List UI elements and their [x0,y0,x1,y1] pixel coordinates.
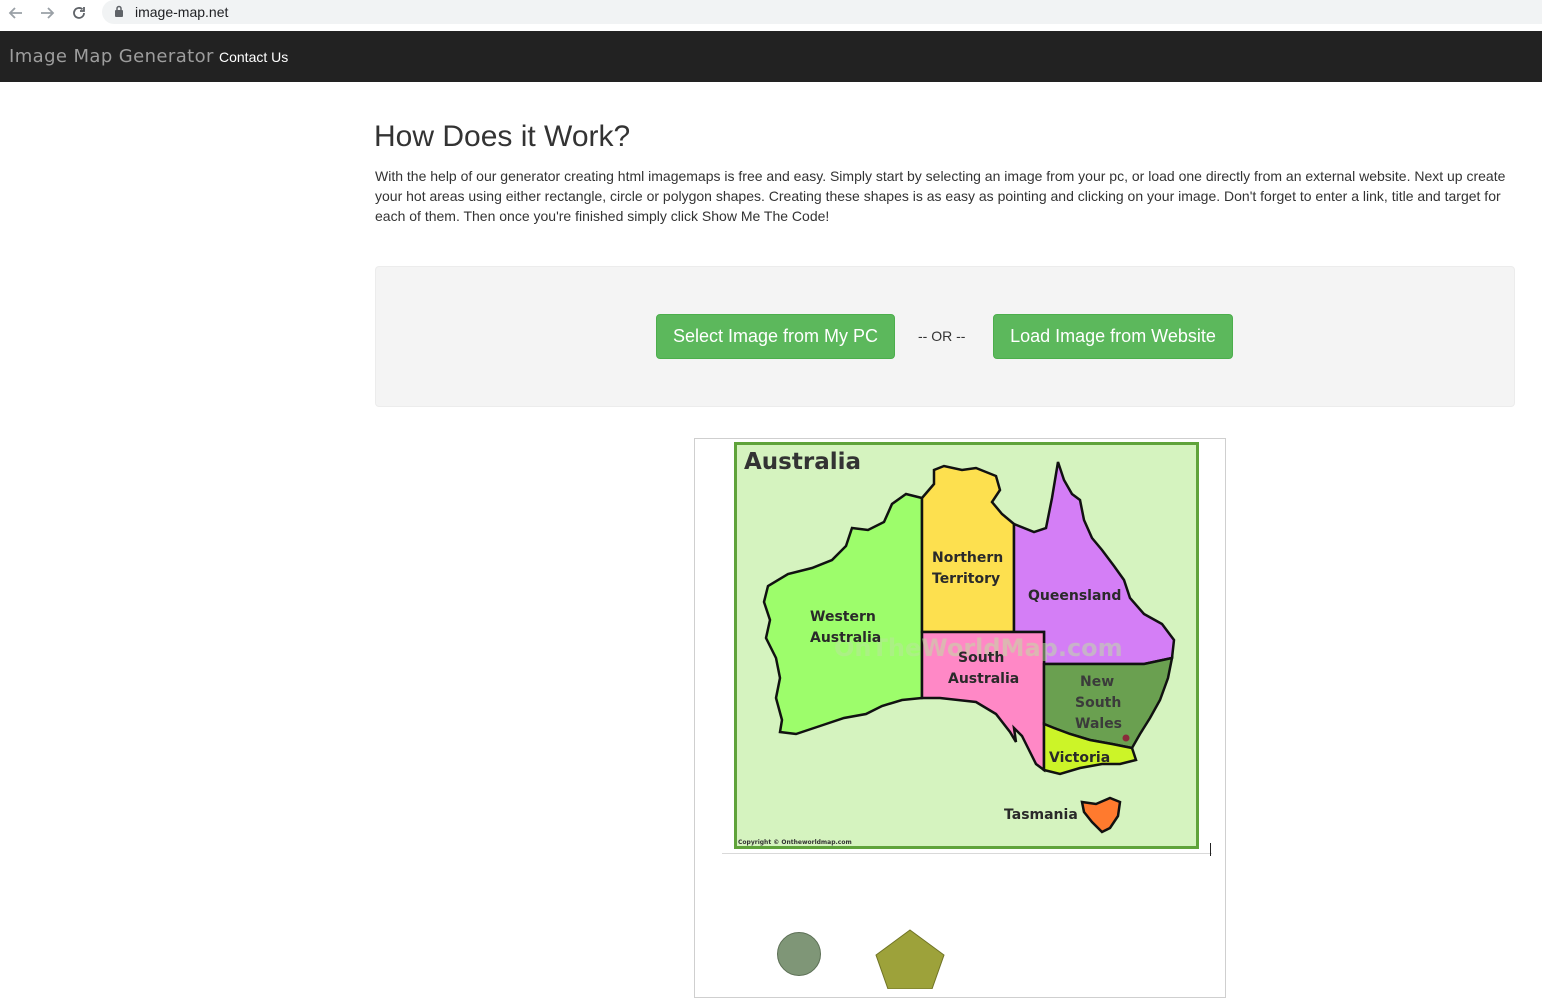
label-nsw-3: Wales [1075,716,1122,732]
australia-map-image[interactable]: Australia OnTheWorldMap.com Western Aust… [734,442,1199,849]
act-marker[interactable] [1122,734,1130,742]
lock-icon [114,5,124,23]
page-heading: How Does it Work? [374,120,631,153]
back-arrow-icon[interactable] [3,2,29,24]
url-text: image-map.net [135,4,229,20]
intro-paragraph: With the help of our generator creating … [375,168,1506,224]
or-separator: -- OR -- [918,328,966,344]
text-cursor [1210,843,1211,856]
nav-link-contact[interactable]: Contact Us [219,49,288,65]
select-image-pc-button[interactable]: Select Image from My PC [656,314,895,359]
label-sa-1: South [958,650,1004,666]
circle-shape-icon[interactable] [777,932,821,976]
label-nsw-1: New [1080,674,1114,690]
map-title: Australia [744,449,861,475]
label-vic: Victoria [1049,750,1110,766]
site-navbar: Image Map Generator Contact Us [0,31,1542,82]
image-baseline [722,853,1212,854]
polygon-shape-icon[interactable] [874,929,946,989]
forward-arrow-icon[interactable] [34,2,60,24]
map-copyright: Copyright © Ontheworldmap.com [738,839,852,846]
label-sa-2: Australia [948,671,1019,687]
browser-toolbar: image-map.net [0,0,1542,32]
address-bar[interactable]: image-map.net [102,0,1542,24]
label-qld: Queensland [1028,588,1121,604]
label-nt-2: Territory [932,571,1000,587]
brand-link[interactable]: Image Map Generator [9,46,214,67]
label-tas: Tasmania [1004,807,1078,823]
label-wa-2: Australia [810,630,881,646]
label-wa-1: Western [810,609,876,625]
label-nt-1: Northern [932,550,1003,566]
load-image-website-button[interactable]: Load Image from Website [993,314,1233,359]
region-northern-territory[interactable] [920,464,1016,634]
reload-icon[interactable] [66,2,92,24]
label-nsw-2: South [1075,695,1121,711]
